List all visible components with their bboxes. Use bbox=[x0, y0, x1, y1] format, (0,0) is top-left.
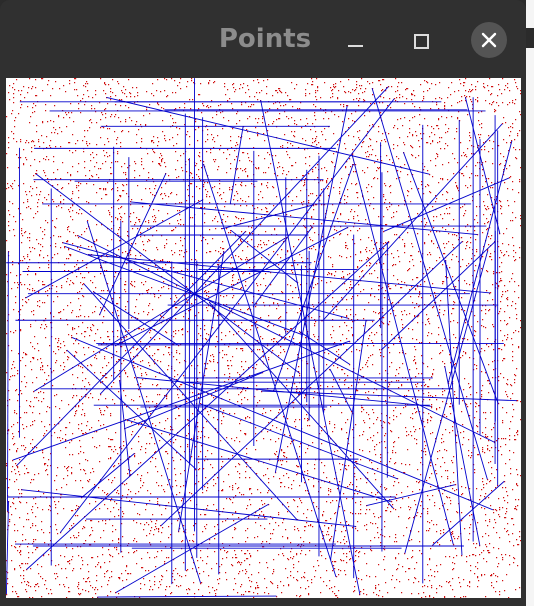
line-segment bbox=[261, 390, 517, 402]
line-segment bbox=[124, 372, 263, 430]
line-segment bbox=[26, 241, 390, 570]
line-segment bbox=[88, 254, 491, 294]
line-segments bbox=[6, 78, 517, 598]
line-segment bbox=[81, 453, 135, 498]
line-segment bbox=[66, 349, 197, 470]
line-segment bbox=[381, 241, 496, 350]
maximize-button[interactable] bbox=[402, 22, 440, 60]
background-window-edge-right bbox=[526, 0, 534, 606]
title-bar[interactable]: Points bbox=[0, 0, 526, 78]
line-segment bbox=[12, 340, 350, 461]
line-segment bbox=[260, 99, 361, 595]
random-points bbox=[6, 78, 521, 598]
line-segment bbox=[93, 291, 179, 346]
line-segment bbox=[6, 501, 9, 595]
drawing-canvas[interactable] bbox=[6, 78, 521, 598]
line-segment bbox=[106, 96, 430, 175]
line-segment bbox=[366, 484, 456, 506]
minimize-button[interactable] bbox=[336, 22, 374, 60]
window-title: Points bbox=[218, 24, 312, 54]
line-segment bbox=[351, 154, 454, 545]
line-segment bbox=[97, 595, 277, 598]
line-segment bbox=[83, 283, 298, 521]
minimize-icon bbox=[347, 45, 363, 47]
points-and-lines-drawing bbox=[6, 78, 521, 598]
maximize-icon bbox=[413, 33, 429, 49]
close-icon bbox=[481, 32, 497, 48]
line-segment bbox=[330, 320, 367, 560]
line-segment bbox=[130, 201, 478, 236]
close-button[interactable] bbox=[471, 22, 507, 58]
line-segment bbox=[21, 489, 356, 527]
line-segment bbox=[64, 246, 303, 335]
points-window: Points bbox=[0, 0, 526, 606]
line-segment bbox=[252, 226, 313, 308]
line-segment bbox=[200, 403, 398, 480]
line-segment bbox=[7, 251, 9, 512]
background-titlebar-peek bbox=[526, 28, 534, 48]
line-segment bbox=[86, 220, 202, 584]
